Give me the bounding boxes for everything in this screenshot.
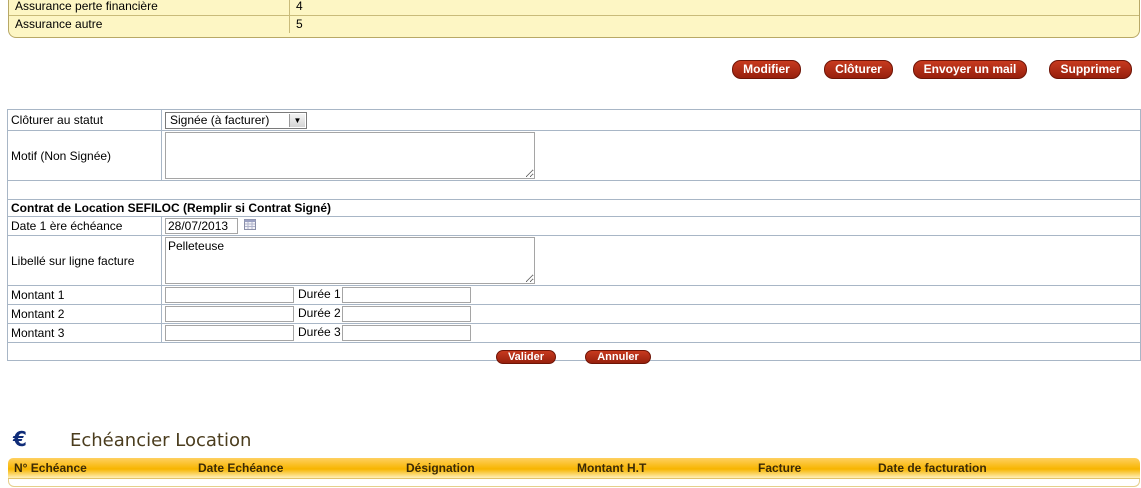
close-button[interactable]: Clôturer bbox=[824, 60, 893, 79]
duration3-label: Durée 3 bbox=[298, 325, 341, 340]
validate-button[interactable]: Valider bbox=[496, 350, 556, 364]
cancel-button[interactable]: Annuler bbox=[585, 350, 651, 364]
first-due-label: Date 1 ère échéance bbox=[7, 216, 162, 236]
column-header[interactable]: Montant H.T bbox=[577, 461, 646, 475]
duration2-label: Durée 2 bbox=[298, 306, 341, 321]
table-row: Motif (Non Signée) bbox=[7, 130, 1141, 181]
amount1-label: Montant 1 bbox=[7, 285, 162, 305]
svg-text:€: € bbox=[12, 428, 27, 450]
table-row: Assurance perte financière 4 bbox=[9, 0, 1139, 16]
duration3-input[interactable] bbox=[342, 325, 471, 341]
insurance-table: Assurance perte financière 4 Assurance a… bbox=[8, 0, 1140, 38]
amount2-label: Montant 2 bbox=[7, 304, 162, 324]
column-header[interactable]: Facture bbox=[758, 461, 801, 475]
table-row: Libellé sur ligne facture Pelleteuse bbox=[7, 235, 1141, 286]
euro-icon: € bbox=[12, 427, 34, 453]
amount2-cell: Durée 2 bbox=[161, 304, 1141, 324]
invoice-line-textarea[interactable]: Pelleteuse bbox=[165, 237, 535, 284]
reason-label: Motif (Non Signée) bbox=[7, 130, 162, 181]
first-due-input[interactable] bbox=[165, 218, 238, 234]
insurance-value: 5 bbox=[296, 17, 303, 31]
table-row: Montant 3 Durée 3 bbox=[7, 323, 1141, 343]
table-row: Date 1 ère échéance bbox=[7, 216, 1141, 236]
first-due-cell bbox=[161, 216, 1141, 236]
insurance-label: Assurance perte financière bbox=[9, 0, 290, 16]
amount3-label: Montant 3 bbox=[7, 323, 162, 343]
column-header[interactable]: Désignation bbox=[406, 461, 475, 475]
form-actions-cell bbox=[7, 342, 1141, 361]
table-row: Montant 2 Durée 2 bbox=[7, 304, 1141, 324]
schedule-title: Echéancier Location bbox=[70, 430, 252, 451]
invoice-line-cell: Pelleteuse bbox=[161, 235, 1141, 286]
duration2-input[interactable] bbox=[342, 306, 471, 322]
amount1-input[interactable] bbox=[165, 287, 294, 303]
duration1-label: Durée 1 bbox=[298, 287, 341, 302]
insurance-value: 4 bbox=[289, 0, 1139, 16]
duration1-input[interactable] bbox=[342, 287, 471, 303]
calendar-icon[interactable] bbox=[244, 219, 257, 233]
amount2-input[interactable] bbox=[165, 306, 294, 322]
status-select-value: Signée (à facturer) bbox=[170, 112, 270, 127]
schedule-table-header: N° Echéance Date Echéance Désignation Mo… bbox=[8, 458, 1140, 479]
column-header[interactable]: N° Echéance bbox=[14, 461, 87, 475]
table-row: Assurance autre 5 bbox=[9, 15, 1139, 33]
modify-button[interactable]: Modifier bbox=[732, 60, 801, 79]
column-header[interactable]: Date de facturation bbox=[878, 461, 987, 475]
chevron-down-icon: ▼ bbox=[289, 113, 305, 127]
spacer-row bbox=[7, 180, 1141, 200]
table-row: Montant 1 Durée 1 bbox=[7, 285, 1141, 305]
table-row: Contrat de Location SEFILOC (Remplir si … bbox=[7, 199, 1141, 217]
section-title: Contrat de Location SEFILOC (Remplir si … bbox=[7, 199, 1141, 217]
schedule-table-body bbox=[8, 479, 1140, 487]
reason-cell bbox=[161, 130, 1141, 181]
table-row bbox=[7, 342, 1141, 361]
status-select[interactable]: Signée (à facturer) ▼ bbox=[165, 111, 307, 129]
invoice-line-label: Libellé sur ligne facture bbox=[7, 235, 162, 286]
status-cell: Signée (à facturer) ▼ bbox=[161, 109, 1141, 131]
table-row: Clôturer au statut Signée (à facturer) ▼ bbox=[7, 109, 1141, 131]
amount3-input[interactable] bbox=[165, 325, 294, 341]
column-header[interactable]: Date Echéance bbox=[198, 461, 283, 475]
send-mail-button[interactable]: Envoyer un mail bbox=[913, 60, 1027, 79]
reason-textarea[interactable] bbox=[165, 132, 535, 179]
closure-form: Clôturer au statut Signée (à facturer) ▼… bbox=[7, 109, 1141, 361]
delete-button[interactable]: Supprimer bbox=[1049, 60, 1132, 79]
insurance-label: Assurance autre bbox=[9, 15, 290, 33]
amount1-cell: Durée 1 bbox=[161, 285, 1141, 305]
table-row bbox=[7, 180, 1141, 200]
amount3-cell: Durée 3 bbox=[161, 323, 1141, 343]
status-label: Clôturer au statut bbox=[7, 109, 162, 131]
